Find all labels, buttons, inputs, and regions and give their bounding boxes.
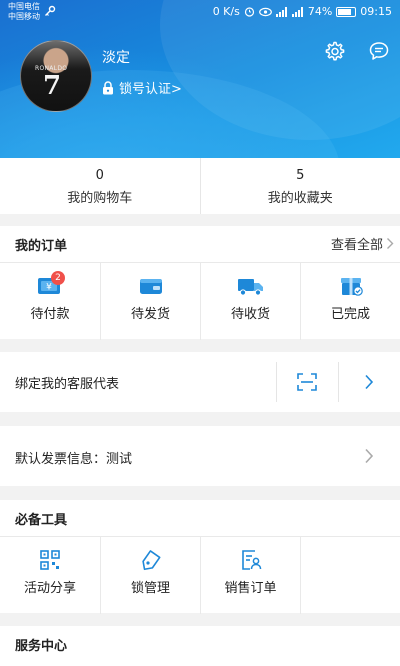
chevron-right-icon [364, 448, 374, 464]
service-rep-label: 绑定我的客服代表 [15, 373, 119, 392]
clock: 09:15 [360, 5, 392, 18]
alarm-icon [244, 6, 255, 17]
battery-percent: 74% [308, 5, 332, 18]
chevron-right-icon[interactable] [364, 374, 374, 390]
svg-text:¥: ¥ [46, 283, 52, 293]
order-pending-shipment[interactable]: 待发货 [100, 263, 200, 340]
order-pending-receipt[interactable]: 待收货 [200, 263, 300, 340]
favorites-count: 5 [201, 168, 400, 184]
order-person-icon [240, 549, 262, 571]
pending-shipment-label: 待发货 [101, 303, 200, 322]
invoice-row[interactable]: 默认发票信息：测试 [0, 426, 400, 486]
order-completed[interactable]: 已完成 [300, 263, 400, 340]
invoice-label: 默认发票信息：测试 [15, 448, 132, 467]
network-speed: 0 K/s [213, 5, 240, 18]
pending-payment-badge: 2 [51, 271, 65, 285]
battery-icon [336, 7, 356, 17]
certification-link[interactable]: 锁号认证> [102, 78, 182, 97]
carrier-info: 中国电信 中国移动 [8, 2, 40, 22]
order-pending-payment[interactable]: ¥ 2 待付款 [0, 263, 100, 340]
carrier-1: 中国电信 [8, 2, 40, 12]
sales-orders-label: 销售订单 [201, 577, 300, 596]
view-all-label: 查看全部 [331, 234, 383, 253]
truck-icon [237, 275, 265, 297]
tools-title: 必备工具 [15, 509, 67, 528]
orders-title: 我的订单 [15, 235, 67, 254]
cart-count: 0 [0, 168, 200, 184]
status-bar: 中国电信 中国移动 0 K/s 74% 09:15 [0, 0, 400, 26]
favorites-entry[interactable]: 5 我的收藏夹 [200, 158, 400, 214]
carrier-2: 中国移动 [8, 12, 40, 22]
tool-lock-management[interactable]: 锁管理 [100, 537, 200, 614]
tool-sales-orders[interactable]: 销售订单 [200, 537, 300, 614]
pending-receipt-label: 待收货 [201, 303, 300, 322]
gear-icon[interactable] [323, 40, 345, 62]
avatar-shirt-number: 7 [43, 71, 61, 101]
shopping-cart-entry[interactable]: 0 我的购物车 [0, 158, 200, 214]
pending-payment-label: 待付款 [0, 303, 100, 322]
tool-activity-share[interactable]: 活动分享 [0, 537, 100, 614]
tool-empty-slot [300, 537, 400, 614]
activity-share-label: 活动分享 [0, 577, 100, 596]
signal-icon-2 [292, 7, 304, 17]
tools-card: 必备工具 活动分享 锁管理 [0, 500, 400, 613]
certification-label: 锁号认证> [119, 78, 182, 97]
service-rep-row[interactable]: 绑定我的客服代表 [0, 352, 400, 412]
chevron-right-icon [386, 237, 394, 250]
tag-icon [140, 549, 162, 571]
lock-icon [102, 81, 114, 95]
qr-code-icon [39, 549, 61, 571]
wallet-icon [138, 275, 164, 297]
scan-icon[interactable] [297, 373, 317, 391]
username[interactable]: 淡定 [102, 47, 130, 67]
tools-grid: 活动分享 锁管理 销售订单 [0, 536, 400, 614]
key-icon [44, 5, 56, 17]
avatar[interactable]: RONALDO 7 [20, 40, 92, 112]
profile-header: 中国电信 中国移动 0 K/s 74% 09:15 RONALDO 7 淡定 [0, 0, 400, 158]
cart-label: 我的购物车 [0, 187, 200, 206]
lock-management-label: 锁管理 [101, 577, 200, 596]
gift-check-icon [338, 275, 364, 297]
favorites-label: 我的收藏夹 [201, 187, 400, 206]
service-center-title: 服务中心 [15, 635, 67, 654]
completed-label: 已完成 [301, 303, 400, 322]
orders-card: 我的订单 查看全部 ¥ 2 待付款 待发货 [0, 226, 400, 339]
eye-icon [259, 7, 272, 17]
orders-grid: ¥ 2 待付款 待发货 待收货 [0, 262, 400, 340]
counts-bar: 0 我的购物车 5 我的收藏夹 [0, 158, 400, 214]
view-all-orders-link[interactable]: 查看全部 [331, 234, 394, 253]
message-icon[interactable] [368, 40, 390, 62]
signal-icon [276, 7, 288, 17]
service-center-card: 服务中心 [0, 626, 400, 666]
